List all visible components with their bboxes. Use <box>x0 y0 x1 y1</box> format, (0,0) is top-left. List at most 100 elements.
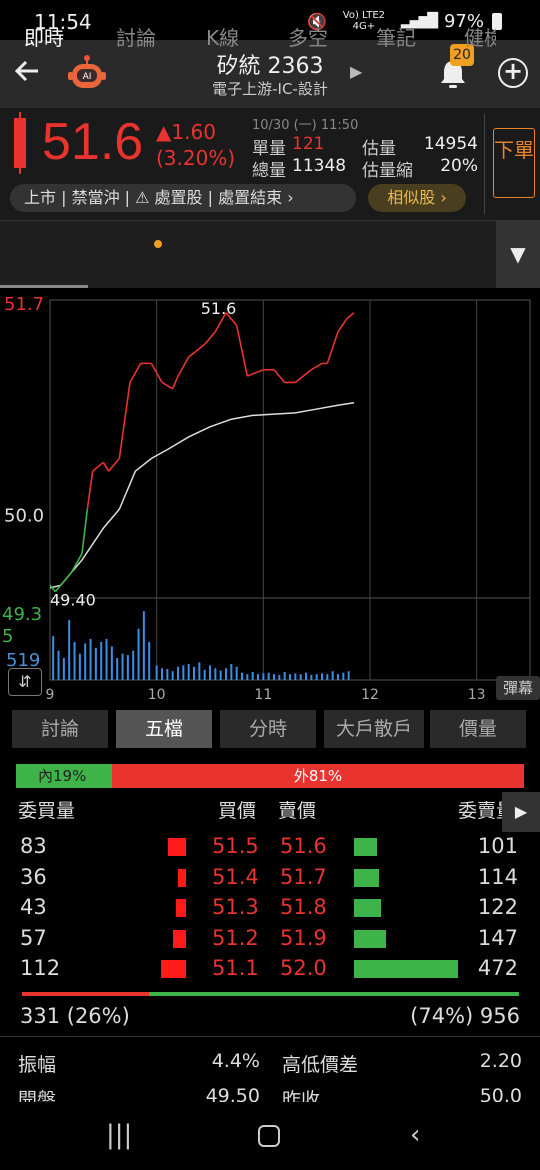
candle-icon <box>14 118 26 168</box>
bid-depth-bar <box>178 868 186 887</box>
open-label: 開盤 <box>18 1089 57 1102</box>
svg-text:AI: AI <box>83 72 92 82</box>
volume-bar <box>52 636 55 680</box>
tab-health[interactable]: 健檢 <box>464 22 496 51</box>
similar-stocks-button[interactable]: 相似股 › <box>368 184 466 212</box>
header-buy-volume: 委買量 <box>18 800 76 822</box>
subtab-five-levels[interactable]: 五檔 <box>116 710 212 748</box>
danmu-button[interactable]: 彈幕 <box>496 676 540 700</box>
peak-annotation: 51.6 <box>201 299 237 318</box>
bid-price[interactable]: 51.4 <box>212 865 259 889</box>
volume-bar <box>257 674 259 680</box>
volume-bar <box>73 641 76 680</box>
ask-price[interactable]: 51.9 <box>280 926 327 950</box>
tab-realtime[interactable]: 即時 <box>24 22 64 51</box>
price-line-segment <box>70 553 83 574</box>
ask-depth-bar <box>354 838 377 856</box>
quote-timestamp: 10/30 (一) 11:50 <box>252 118 359 133</box>
vol-value: 121 <box>292 134 325 154</box>
price-line-segment <box>310 362 323 371</box>
back-arrow-icon[interactable] <box>12 56 44 88</box>
subtab-minute[interactable]: 分時 <box>220 710 316 748</box>
ask-quantity[interactable]: 101 <box>478 834 518 858</box>
ask-price[interactable]: 51.8 <box>280 895 327 919</box>
app-header: AI 矽統 2363 電子上游-IC-設計 ▶ 20 + <box>0 40 540 108</box>
subtab-price-volume[interactable]: 價量 <box>430 710 526 748</box>
price-line-segment <box>273 369 286 383</box>
volume-bar <box>294 673 297 680</box>
recent-apps-icon[interactable]: ||| <box>106 1120 132 1150</box>
ai-robot-icon[interactable]: AI <box>66 52 108 94</box>
shrink-value: 20% <box>440 156 478 176</box>
volume-bar <box>166 669 169 680</box>
tab-bull-bear[interactable]: 多空 <box>288 22 328 51</box>
bid-quantity[interactable]: 57 <box>20 926 47 950</box>
bid-depth-bar <box>176 899 186 917</box>
bid-quantity[interactable]: 112 <box>20 956 60 980</box>
divider <box>0 1036 540 1037</box>
stock-category: 電子上游-IC-設計 <box>212 80 328 98</box>
bid-price[interactable]: 51.2 <box>212 926 259 950</box>
bid-price[interactable]: 51.1 <box>212 956 259 980</box>
expand-arrow-icon[interactable]: ▶ <box>502 792 540 832</box>
ask-quantity[interactable]: 114 <box>478 865 518 889</box>
bid-price[interactable]: 51.3 <box>212 895 259 919</box>
volume-bar <box>148 641 151 680</box>
play-icon[interactable]: ▶ <box>350 62 362 81</box>
price-line-segment <box>161 381 174 390</box>
volume-bar <box>235 666 238 680</box>
price-line-segment <box>337 318 348 333</box>
subtab-discussion[interactable]: 討論 <box>12 710 108 748</box>
stock-title: 矽統 2363 <box>216 54 324 79</box>
ask-quantity[interactable]: 472 <box>478 956 518 980</box>
tab-notes[interactable]: 筆記 <box>376 22 416 51</box>
volume-bar <box>321 673 323 680</box>
price-line-segment <box>108 457 120 472</box>
volume-bar <box>326 674 329 680</box>
volume-bar <box>89 638 92 680</box>
volume-bar <box>132 650 135 680</box>
bid-quantity[interactable]: 43 <box>20 895 47 919</box>
stock-tags[interactable]: 上市 | 禁當沖 | ⚠ 處置股 | 處置結束 › <box>10 184 356 212</box>
x-tick-label: 10 <box>148 687 166 703</box>
volume-bar <box>289 674 291 680</box>
bid-quantity[interactable]: 83 <box>20 834 47 858</box>
volume-bar <box>305 672 307 680</box>
average-line <box>49 401 355 589</box>
amplitude-label: 振幅 <box>18 1054 57 1076</box>
price-line-segment <box>247 369 264 377</box>
toggle-icon[interactable]: ⇵ <box>8 668 42 696</box>
trough-annotation: 49.40 <box>50 591 96 610</box>
volume-bar <box>198 662 201 680</box>
ask-quantity[interactable]: 147 <box>478 926 518 950</box>
x-tick-label: 13 <box>468 687 486 703</box>
subtab-big-small[interactable]: 大戶散戶 <box>324 710 424 748</box>
volume-bar <box>267 672 270 680</box>
add-icon[interactable]: + <box>498 58 528 88</box>
ask-quantity[interactable]: 122 <box>478 895 518 919</box>
more-tabs-chevron-down-icon[interactable]: ▼ <box>496 220 540 288</box>
volume-bar <box>262 673 265 680</box>
bid-depth-bar <box>161 960 186 978</box>
volume-bar <box>225 668 227 680</box>
order-button[interactable]: 下單 <box>493 128 535 198</box>
back-icon[interactable]: ‹ <box>410 1120 420 1150</box>
chart-svg: 9 10 11 12 1351.750.049.3551951.649.40 <box>2 294 531 703</box>
status-bar: 11:54 🔇 Vo) LTE2 4G+ ▂▄▆█ 97% <box>0 0 540 40</box>
y-label-low-2: 5 <box>2 626 13 647</box>
volume-bar <box>203 669 206 680</box>
volume-bar <box>62 658 65 680</box>
tab-discussion[interactable]: 討論 <box>116 22 156 51</box>
volume-bar <box>177 666 179 680</box>
ask-price[interactable]: 51.6 <box>280 834 327 858</box>
ask-price[interactable]: 52.0 <box>280 956 327 980</box>
home-icon[interactable] <box>258 1125 280 1147</box>
bid-quantity[interactable]: 36 <box>20 865 47 889</box>
bid-price[interactable]: 51.5 <box>212 834 259 858</box>
volume-bar <box>126 655 129 680</box>
volume-bar <box>219 670 222 680</box>
tab-kline[interactable]: K線 <box>206 22 239 51</box>
intraday-chart[interactable]: 9 10 11 12 13 51.7 50.0 49.3 5 519 51.6 49.40 <box>0 288 540 704</box>
ask-price[interactable]: 51.7 <box>280 865 327 889</box>
price-line-segment <box>204 331 216 345</box>
